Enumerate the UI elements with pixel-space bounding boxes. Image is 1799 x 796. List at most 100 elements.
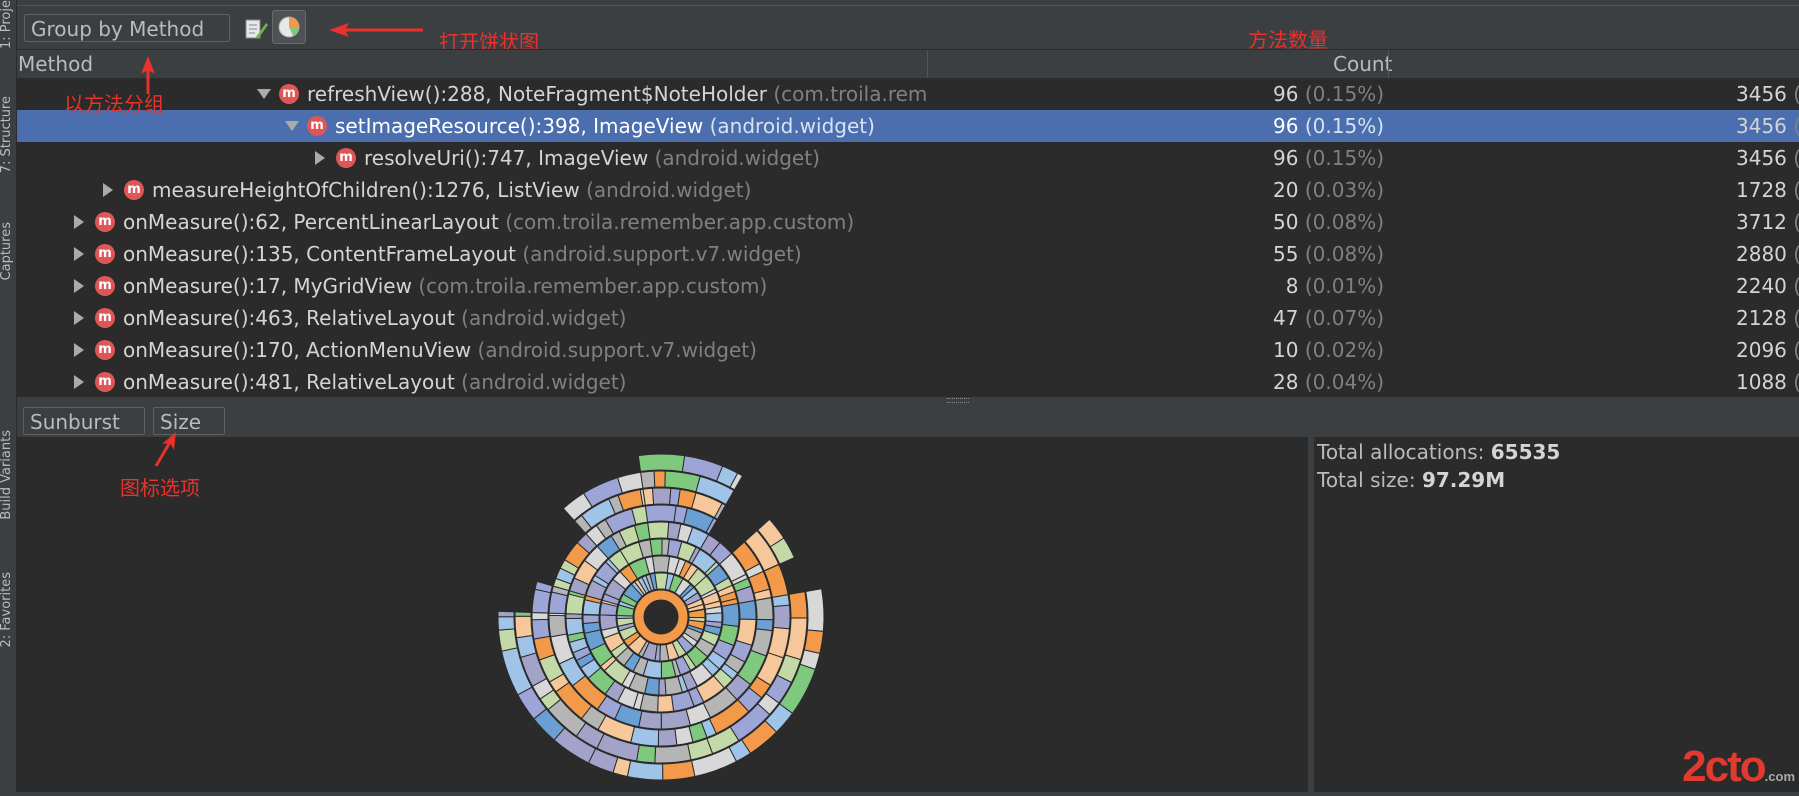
- sunburst-segment[interactable]: [738, 599, 757, 621]
- sunburst-segment[interactable]: [805, 588, 825, 632]
- collapse-triangle-icon[interactable]: [315, 151, 325, 165]
- column-header-count[interactable]: Count: [1333, 52, 1392, 76]
- sunburst-segment[interactable]: [657, 728, 678, 747]
- sunburst-root[interactable]: [634, 590, 688, 644]
- count-cell: 55 (0.08%): [1273, 242, 1384, 266]
- size-cell: 2128 (0.: [1736, 306, 1799, 330]
- column-header-method[interactable]: Method: [18, 52, 93, 76]
- sunburst-segment[interactable]: [649, 538, 663, 557]
- method-name: onMeasure():463, RelativeLayout (android…: [123, 306, 627, 330]
- annotation-chart-options: 图标选项: [120, 476, 200, 500]
- method-icon: m: [95, 372, 115, 392]
- collapse-triangle-icon[interactable]: [74, 247, 84, 261]
- chart-type-dropdown[interactable]: Sunburst: [23, 407, 145, 455]
- allocation-toolbar: Group by Method: [17, 6, 1799, 62]
- column-divider[interactable]: [1388, 50, 1389, 78]
- sunburst-segment[interactable]: [644, 504, 677, 523]
- edit-filter-button[interactable]: [239, 12, 273, 46]
- sunburst-segment[interactable]: [658, 678, 667, 696]
- count-cell: 8 (0.01%): [1285, 274, 1384, 298]
- sunburst-segment[interactable]: [653, 470, 666, 488]
- sunburst-segment[interactable]: [497, 616, 516, 631]
- sunburst-segment[interactable]: [640, 470, 656, 489]
- favorites-tab[interactable]: 2: Favorites: [0, 572, 14, 648]
- sunburst-segment[interactable]: [657, 694, 675, 713]
- sunburst-segment[interactable]: [497, 628, 518, 652]
- method-icon: m: [95, 276, 115, 296]
- sunburst-segment[interactable]: [788, 591, 808, 619]
- sunburst-segment[interactable]: [548, 614, 568, 638]
- collapse-triangle-icon[interactable]: [103, 183, 113, 197]
- table-row[interactable]: m refreshView():288, NoteFragment$NoteHol…: [17, 78, 1799, 110]
- size-cell: 2880 (0.: [1736, 242, 1799, 266]
- sunburst-segment[interactable]: [651, 555, 671, 574]
- method-name: onMeasure():481, RelativeLayout (android…: [123, 370, 627, 394]
- expand-triangle-icon[interactable]: [285, 121, 299, 131]
- total-size: Total size: 97.29M: [1317, 468, 1505, 492]
- sunburst-segment[interactable]: [654, 743, 692, 764]
- sunburst-segment[interactable]: [630, 726, 660, 747]
- sunburst-segment[interactable]: [642, 487, 655, 506]
- sunburst-segment[interactable]: [514, 611, 532, 617]
- method-name: onMeasure():135, ContentFrameLayout (and…: [123, 242, 802, 266]
- sunburst-segment[interactable]: [754, 596, 774, 621]
- sunburst-segment[interactable]: [635, 744, 657, 764]
- total-allocations-value: 65535: [1490, 440, 1561, 464]
- table-row[interactable]: m onMeasure():463, RelativeLayout (androi…: [17, 302, 1799, 334]
- table-row[interactable]: m onMeasure():170, ActionMenuView (androi…: [17, 334, 1799, 366]
- method-name: onMeasure():17, MyGridView (com.troila.r…: [123, 274, 768, 298]
- watermark-logo: 2cto.com: [1682, 742, 1795, 791]
- sunburst-segment[interactable]: [514, 615, 533, 639]
- pie-chart-toggle-button[interactable]: [272, 10, 306, 44]
- sunburst-segment[interactable]: [531, 611, 549, 621]
- collapse-triangle-icon[interactable]: [74, 343, 84, 357]
- column-divider[interactable]: [927, 50, 928, 78]
- chart-toolbar: Sunburst Size: [17, 402, 1799, 455]
- expand-triangle-icon[interactable]: [257, 89, 271, 99]
- method-icon: m: [307, 116, 327, 136]
- captures-tab[interactable]: Captures: [0, 222, 14, 280]
- count-cell: 96 (0.15%): [1273, 146, 1384, 170]
- table-row[interactable]: m onMeasure():62, PercentLinearLayout (co…: [17, 206, 1799, 238]
- sunburst-segment[interactable]: [721, 602, 740, 628]
- size-cell: 1088 (0.: [1736, 370, 1799, 394]
- table-row[interactable]: m resolveUri():747, ImageView (android.wi…: [17, 142, 1799, 174]
- sunburst-segment[interactable]: [803, 629, 824, 655]
- sunburst-segment[interactable]: [531, 588, 552, 614]
- method-icon: m: [336, 148, 356, 168]
- table-row[interactable]: m onMeasure():135, ContentFrameLayout (an…: [17, 238, 1799, 270]
- collapse-triangle-icon[interactable]: [74, 311, 84, 325]
- build-variants-tab[interactable]: Build Variants: [0, 430, 14, 520]
- project-tab[interactable]: 1: Proje: [0, 0, 14, 49]
- size-cell: 3456 (0.: [1736, 146, 1799, 170]
- collapse-triangle-icon[interactable]: [74, 215, 84, 229]
- pie-chart-icon: [278, 16, 300, 38]
- sunburst-segment[interactable]: [652, 487, 672, 505]
- sunburst-segment[interactable]: [565, 617, 585, 636]
- collapse-triangle-icon[interactable]: [74, 279, 84, 293]
- sunburst-segment[interactable]: [626, 760, 664, 781]
- table-row[interactable]: m measureHeightOfChildren():1276, ListVie…: [17, 174, 1799, 206]
- table-row[interactable]: m onMeasure():481, RelativeLayout (androi…: [17, 366, 1799, 396]
- sunburst-segment[interactable]: [638, 710, 662, 730]
- sunburst-segment[interactable]: [531, 618, 551, 640]
- sunburst-segment[interactable]: [637, 453, 686, 473]
- vertical-splitter[interactable]: [1307, 437, 1315, 792]
- sunburst-segment[interactable]: [662, 760, 696, 781]
- method-name: measureHeightOfChildren():1276, ListView…: [152, 178, 752, 202]
- method-icon: m: [95, 340, 115, 360]
- table-row[interactable]: m setImageResource():398, ImageView (andr…: [17, 110, 1799, 142]
- sunburst-segment[interactable]: [660, 709, 691, 730]
- sunburst-segment[interactable]: [647, 521, 670, 540]
- sunburst-segment[interactable]: [772, 604, 791, 630]
- annotation-group-by-method: 以方法分组: [64, 92, 164, 116]
- sunburst-segment[interactable]: [582, 614, 600, 625]
- structure-tab[interactable]: 7: Structure: [0, 96, 14, 173]
- group-by-dropdown[interactable]: Group by Method: [24, 14, 230, 62]
- total-size-value: 97.29M: [1421, 468, 1506, 492]
- table-row[interactable]: m onMeasure():17, MyGridView (com.troila.…: [17, 270, 1799, 302]
- collapse-triangle-icon[interactable]: [74, 375, 84, 389]
- sunburst-segment[interactable]: [515, 634, 537, 658]
- sunburst-segment[interactable]: [497, 610, 515, 618]
- sunburst-chart[interactable]: [17, 437, 1307, 792]
